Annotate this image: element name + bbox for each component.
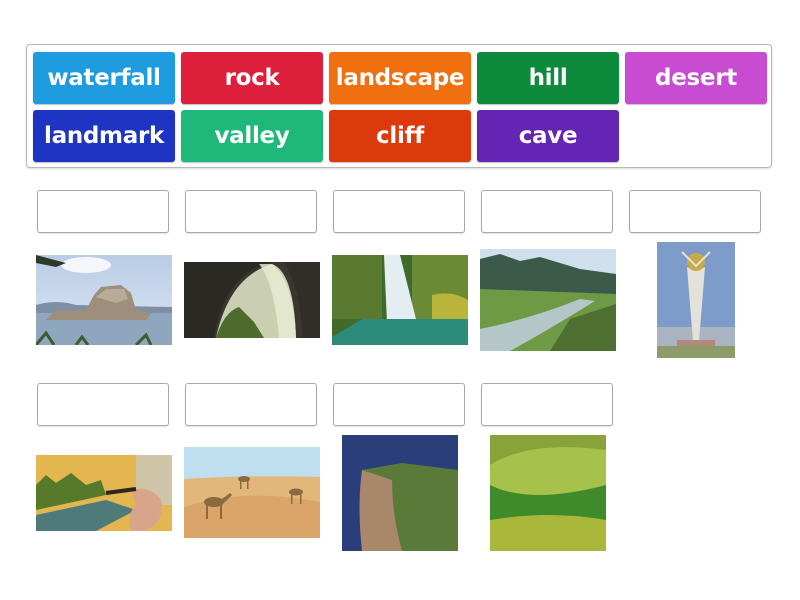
drop-slot-4[interactable] xyxy=(481,190,613,233)
image-valley xyxy=(480,249,616,351)
tile-cave[interactable]: cave xyxy=(477,110,619,162)
drop-slot-6[interactable] xyxy=(37,383,169,426)
tile-rock[interactable]: rock xyxy=(181,52,323,104)
image-hills xyxy=(490,435,606,551)
drop-slot-7[interactable] xyxy=(185,383,317,426)
drop-slot-1[interactable] xyxy=(37,190,169,233)
tile-cliff[interactable]: cliff xyxy=(329,110,471,162)
image-waterfall xyxy=(332,255,468,345)
image-painting-landscape xyxy=(36,455,172,531)
image-tower xyxy=(657,242,735,358)
tile-valley[interactable]: valley xyxy=(181,110,323,162)
drop-slot-9[interactable] xyxy=(481,383,613,426)
drop-slot-8[interactable] xyxy=(333,383,465,426)
tile-desert[interactable]: desert xyxy=(625,52,767,104)
drop-slot-3[interactable] xyxy=(333,190,465,233)
image-rock-formation xyxy=(36,255,172,345)
image-desert xyxy=(184,447,320,538)
drop-slot-2[interactable] xyxy=(185,190,317,233)
image-cave xyxy=(184,262,320,338)
tile-landscape[interactable]: landscape xyxy=(329,52,471,104)
image-cliff xyxy=(342,435,458,551)
tile-landmark[interactable]: landmark xyxy=(33,110,175,162)
tile-waterfall[interactable]: waterfall xyxy=(33,52,175,104)
drop-slot-5[interactable] xyxy=(629,190,761,233)
tile-hill[interactable]: hill xyxy=(477,52,619,104)
